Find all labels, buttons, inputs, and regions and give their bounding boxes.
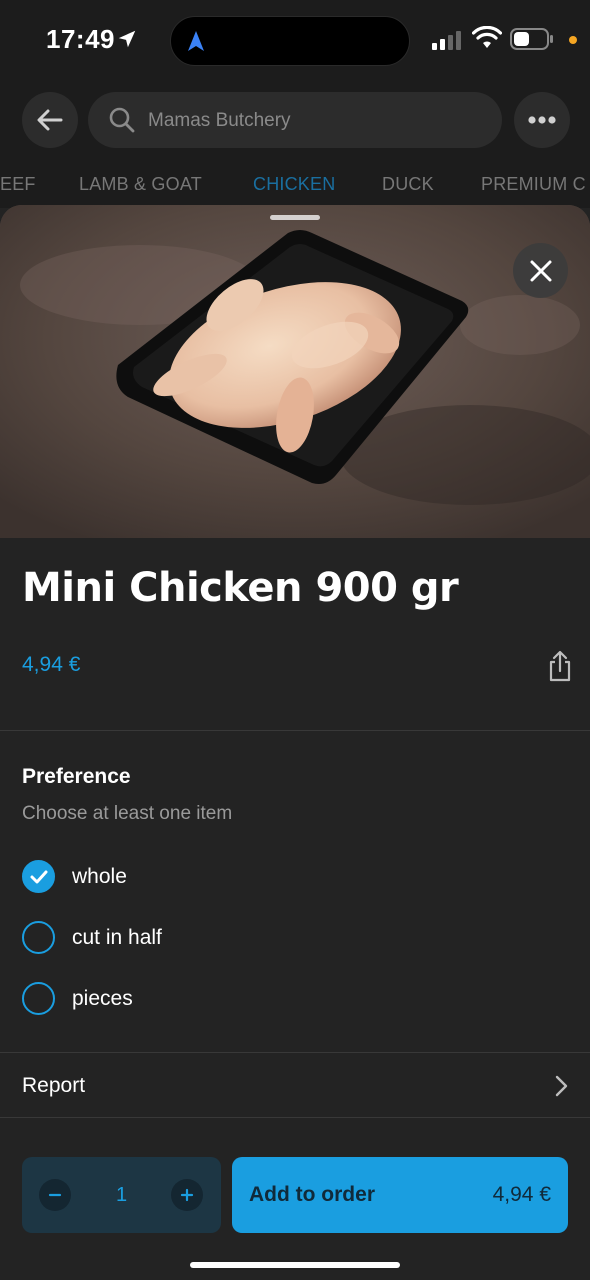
close-icon [530,260,551,281]
divider [0,1117,590,1118]
preference-subtitle: Choose at least one item [22,803,233,824]
order-total: 4,94 € [492,1183,551,1206]
top-nav: Mamas Butchery [0,80,590,160]
back-button[interactable] [22,92,78,148]
tab-beef[interactable]: EEF [0,174,36,195]
search-placeholder: Mamas Butchery [148,110,291,131]
category-tabs: EEF LAMB & GOAT CHICKEN DUCK PREMIUM C [0,160,590,208]
checkmark-icon [30,870,47,883]
option-label: pieces [72,987,133,1010]
chevron-right-icon [555,1075,568,1097]
more-options-button[interactable] [514,92,570,148]
product-image [0,205,590,538]
chicken-photo [0,205,590,538]
arrow-left-icon [37,109,63,131]
location-arrow-icon [118,30,136,48]
checkbox-checked[interactable] [22,860,55,893]
search-icon [109,107,135,133]
report-row[interactable]: Report [0,1053,590,1117]
checkbox-unchecked[interactable] [22,921,55,954]
tab-duck[interactable]: DUCK [382,174,434,195]
quantity-stepper: 1 [22,1157,221,1233]
report-label: Report [22,1074,86,1097]
option-label: cut in half [72,926,162,949]
preference-title: Preference [22,765,131,788]
status-time: 17:49 [46,24,115,54]
navigation-arrow-icon [188,31,204,51]
option-whole[interactable]: whole [22,857,322,897]
plus-icon [180,1188,194,1202]
tab-lamb-goat[interactable]: LAMB & GOAT [79,174,202,195]
status-bar: 17:49 [0,0,590,80]
increase-quantity-button[interactable] [171,1179,203,1211]
share-icon[interactable] [546,650,574,682]
sheet-grabber[interactable] [270,215,320,220]
ellipsis-icon [528,116,556,124]
home-indicator[interactable] [190,1262,400,1268]
close-button[interactable] [513,243,568,298]
option-label: whole [72,865,127,888]
tab-premium[interactable]: PREMIUM C [481,174,586,195]
option-pieces[interactable]: pieces [22,979,322,1019]
divider [0,730,590,731]
cellular-signal-icon [432,31,461,50]
privacy-indicator-dot [569,36,577,44]
add-to-order-button[interactable]: Add to order 4,94 € [232,1157,568,1233]
product-title: Mini Chicken 900 gr [22,565,459,611]
add-to-order-label: Add to order [249,1183,375,1206]
search-input[interactable]: Mamas Butchery [88,92,502,148]
wifi-icon [472,26,502,48]
product-price: 4,94 € [22,653,81,676]
checkbox-unchecked[interactable] [22,982,55,1015]
option-cut-in-half[interactable]: cut in half [22,918,322,958]
battery-icon [510,28,553,50]
tab-chicken[interactable]: CHICKEN [253,174,335,195]
